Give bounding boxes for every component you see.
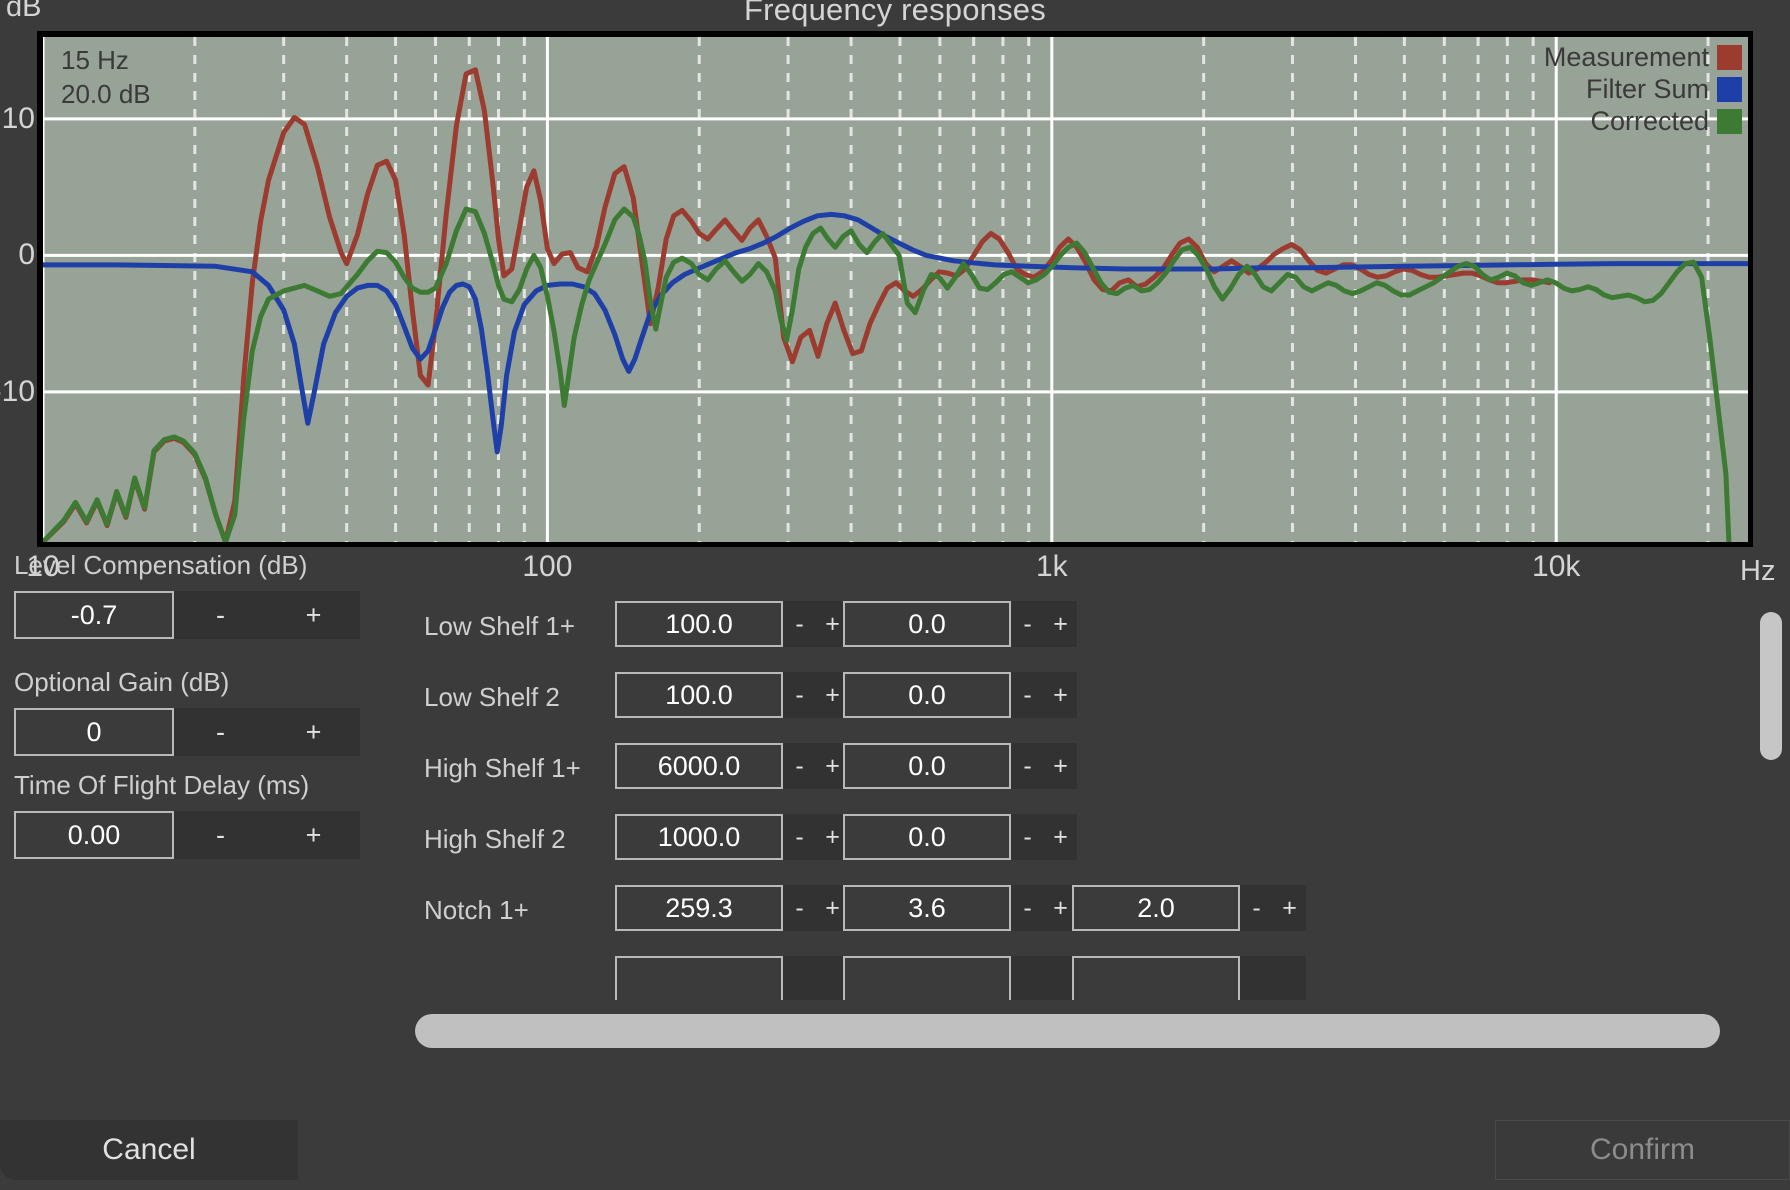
y-tick-0: 0 (0, 238, 35, 272)
filter-row-label-0: Low Shelf 1+ (424, 611, 575, 642)
filter-gain-stepper-2[interactable]: -+ (1011, 743, 1077, 789)
filter-partial-stepper-0[interactable] (783, 956, 849, 1000)
filter-frequency-input-2[interactable]: 6000.0 (615, 743, 783, 789)
filter-gain-minus-4[interactable]: - (1011, 894, 1044, 923)
filter-frequency-input-0[interactable]: 100.0 (615, 601, 783, 647)
filter-q-plus-4[interactable]: + (1273, 894, 1306, 923)
filter-gain-stepper-3[interactable]: -+ (1011, 814, 1077, 860)
x-tick-1k: 1k (1036, 550, 1068, 584)
filter-partial-input-1[interactable] (843, 956, 1011, 1000)
filter-row-label-4: Notch 1+ (424, 895, 529, 926)
legend-swatch-measurement (1717, 45, 1742, 70)
legend-label-filter-sum: Filter Sum (1586, 74, 1709, 105)
filter-frequency-input-1[interactable]: 100.0 (615, 672, 783, 718)
filter-gain-input-2[interactable]: 0.0 (843, 743, 1011, 789)
y-tick--10: -10 (0, 375, 35, 409)
filter-frequency-input-3[interactable]: 1000.0 (615, 814, 783, 860)
filter-gain-plus-1[interactable]: + (1044, 681, 1077, 710)
filter-gain-plus-2[interactable]: + (1044, 752, 1077, 781)
filter-cell-frequency-2: 6000.0-+ (615, 743, 849, 789)
filter-cell-frequency-0: 100.0-+ (615, 601, 849, 647)
filter-gain-stepper-4[interactable]: -+ (1011, 885, 1077, 931)
filter-gain-input-3[interactable]: 0.0 (843, 814, 1011, 860)
legend-item-corrected: Corrected (1544, 105, 1742, 137)
filter-partial-input-2[interactable] (1072, 956, 1240, 1000)
filter-frequency-stepper-4[interactable]: -+ (783, 885, 849, 931)
legend-swatch-corrected (1717, 109, 1742, 134)
filter-frequency-minus-2[interactable]: - (783, 752, 816, 781)
plot-area[interactable]: 15 Hz 20.0 dB Measurement Filter Sum Cor… (43, 37, 1748, 542)
filter-cell-frequency-3: 1000.0-+ (615, 814, 849, 860)
filter-frequency-stepper-3[interactable]: -+ (783, 814, 849, 860)
filter-gain-plus-3[interactable]: + (1044, 823, 1077, 852)
filter-gain-input-0[interactable]: 0.0 (843, 601, 1011, 647)
filter-frequency-stepper-1[interactable]: -+ (783, 672, 849, 718)
filter-row-label-1: Low Shelf 2 (424, 682, 560, 713)
filter-partial-input-0[interactable] (615, 956, 783, 1000)
horizontal-scrollbar-thumb[interactable] (415, 1014, 1720, 1048)
cancel-button[interactable]: Cancel (0, 1120, 298, 1180)
legend-item-filter-sum: Filter Sum (1544, 73, 1742, 105)
filter-gain-plus-0[interactable]: + (1044, 610, 1077, 639)
filter-frequency-minus-3[interactable]: - (783, 823, 816, 852)
filter-frequency-minus-4[interactable]: - (783, 894, 816, 923)
plot-frame: 15 Hz 20.0 dB Measurement Filter Sum Cor… (37, 31, 1753, 547)
x-tick-100: 100 (522, 550, 572, 584)
filter-cell-partial-2 (1072, 956, 1306, 1000)
filter-partial-stepper-1[interactable] (1011, 956, 1077, 1000)
filter-row-label-3: High Shelf 2 (424, 824, 566, 855)
legend-item-measurement: Measurement (1544, 41, 1742, 73)
filter-cell-gain-0: 0.0-+ (843, 601, 1077, 647)
legend-label-corrected: Corrected (1590, 106, 1709, 137)
filter-q-stepper-4[interactable]: -+ (1240, 885, 1306, 931)
filter-cell-frequency-1: 100.0-+ (615, 672, 849, 718)
filter-row-label-2: High Shelf 1+ (424, 753, 581, 784)
filter-q-input-4[interactable]: 2.0 (1072, 885, 1240, 931)
filter-cell-gain-3: 0.0-+ (843, 814, 1077, 860)
filter-gain-input-1[interactable]: 0.0 (843, 672, 1011, 718)
cursor-level-annotation: 20.0 dB (61, 79, 151, 110)
filter-frequency-stepper-2[interactable]: -+ (783, 743, 849, 789)
chart-title: Frequency responses (0, 0, 1790, 28)
filter-cell-q-4: 2.0-+ (1072, 885, 1306, 931)
filter-cell-gain-4: 3.6-+ (843, 885, 1077, 931)
filter-gain-input-4[interactable]: 3.6 (843, 885, 1011, 931)
filter-q-minus-4[interactable]: - (1240, 894, 1273, 923)
filter-gain-minus-0[interactable]: - (1011, 610, 1044, 639)
x-axis-unit-label: Hz (1740, 555, 1775, 588)
filter-gain-minus-1[interactable]: - (1011, 681, 1044, 710)
confirm-button[interactable]: Confirm (1495, 1120, 1790, 1180)
filter-frequency-minus-0[interactable]: - (783, 610, 816, 639)
legend-swatch-filter-sum (1717, 77, 1742, 102)
filter-frequency-input-4[interactable]: 259.3 (615, 885, 783, 931)
filter-partial-stepper-2[interactable] (1240, 956, 1306, 1000)
filter-gain-stepper-1[interactable]: -+ (1011, 672, 1077, 718)
plot-svg (43, 37, 1748, 542)
filter-cell-gain-1: 0.0-+ (843, 672, 1077, 718)
filter-frequency-stepper-0[interactable]: -+ (783, 601, 849, 647)
y-axis-unit-label: dB (6, 0, 41, 24)
frequency-response-chart: Frequency responses dB Hz 15 Hz 20.0 dB … (0, 0, 1790, 600)
filter-cell-frequency-4: 259.3-+ (615, 885, 849, 931)
filter-gain-minus-3[interactable]: - (1011, 823, 1044, 852)
filter-cell-partial-1 (843, 956, 1077, 1000)
filter-cell-gain-2: 0.0-+ (843, 743, 1077, 789)
legend-label-measurement: Measurement (1544, 42, 1709, 73)
vertical-scrollbar-thumb[interactable] (1760, 612, 1782, 760)
chart-legend: Measurement Filter Sum Corrected (1544, 41, 1742, 137)
y-tick-10: 10 (0, 102, 35, 136)
x-tick-10k: 10k (1532, 550, 1580, 584)
cursor-frequency-annotation: 15 Hz (61, 45, 129, 76)
filter-frequency-minus-1[interactable]: - (783, 681, 816, 710)
filter-table: Frequency (Hz) Gain (dB) Q Low Shelf 1+1… (0, 600, 1790, 1000)
filter-gain-minus-2[interactable]: - (1011, 752, 1044, 781)
filter-gain-stepper-0[interactable]: -+ (1011, 601, 1077, 647)
filter-cell-partial-0 (615, 956, 849, 1000)
level-compensation-label: Level Compensation (dB) (14, 550, 360, 581)
